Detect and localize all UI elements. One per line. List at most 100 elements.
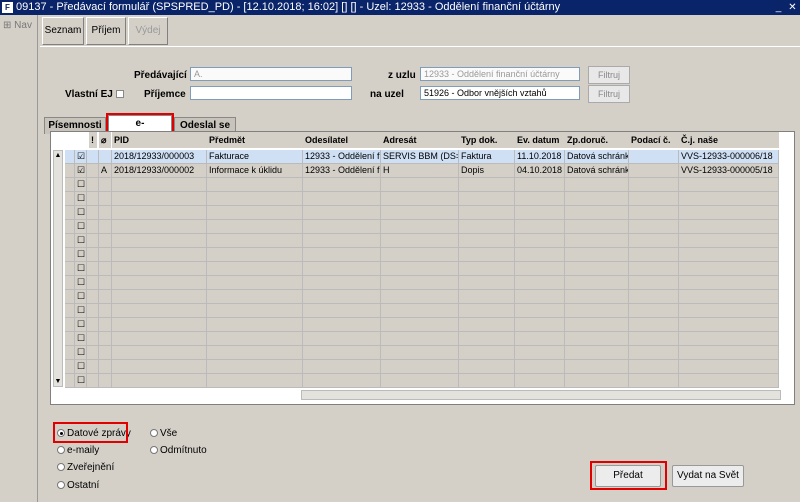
cell-empty[interactable] [65, 206, 75, 220]
row-checkbox[interactable]: ☐ [75, 304, 87, 318]
minimize-icon[interactable]: _ [772, 1, 785, 14]
cell-empty[interactable] [303, 332, 381, 346]
cell-empty[interactable] [381, 206, 459, 220]
cell-empty[interactable] [679, 220, 779, 234]
cell-empty[interactable] [207, 220, 303, 234]
cell-empty[interactable] [112, 234, 207, 248]
cell-empty[interactable] [207, 318, 303, 332]
cell-empty[interactable] [381, 276, 459, 290]
cell-empty[interactable] [679, 178, 779, 192]
cell-empty[interactable] [207, 192, 303, 206]
cell-empty[interactable] [565, 346, 629, 360]
cell-empty[interactable] [459, 206, 515, 220]
cell-empty[interactable] [381, 248, 459, 262]
cell-empty[interactable] [112, 178, 207, 192]
row-checkbox[interactable]: ☐ [75, 248, 87, 262]
cell-typ[interactable]: Dopis [459, 164, 515, 178]
cell-empty[interactable] [207, 178, 303, 192]
cell-empty[interactable] [99, 220, 112, 234]
cell-zp[interactable]: Datová schránka [565, 164, 629, 178]
cell-empty[interactable] [565, 360, 629, 374]
cell-empty[interactable] [679, 262, 779, 276]
cell-empty[interactable] [679, 374, 779, 388]
cell-empty[interactable] [629, 262, 679, 276]
predavajici-input[interactable]: A. [190, 67, 352, 81]
radio-emaily[interactable]: e-maily [57, 445, 99, 456]
scroll-up-icon[interactable]: ▲ [54, 151, 62, 160]
cell-empty[interactable] [303, 290, 381, 304]
cell-empty[interactable] [565, 304, 629, 318]
cell-empty[interactable] [99, 290, 112, 304]
cell-empty[interactable] [629, 346, 679, 360]
cell-empty[interactable] [565, 262, 629, 276]
cell-empty[interactable] [112, 360, 207, 374]
cell-empty[interactable] [381, 234, 459, 248]
cell-empty[interactable] [679, 192, 779, 206]
cell-empty[interactable] [515, 360, 565, 374]
radio-dot[interactable] [57, 463, 65, 471]
cell-empty[interactable] [65, 150, 75, 164]
cell-empty[interactable] [381, 346, 459, 360]
cell-empty[interactable] [459, 234, 515, 248]
cell-empty[interactable] [515, 332, 565, 346]
cell-cj[interactable]: VVS-12933-000005/18 [679, 164, 779, 178]
cell-podaci[interactable] [629, 164, 679, 178]
cell-empty[interactable] [65, 276, 75, 290]
cell-typ[interactable]: Faktura [459, 150, 515, 164]
cell-empty[interactable] [459, 360, 515, 374]
cell-empty[interactable] [112, 206, 207, 220]
cell-empty[interactable] [99, 206, 112, 220]
cell-empty[interactable] [565, 332, 629, 346]
cell-empty[interactable] [459, 248, 515, 262]
cell-empty[interactable] [112, 262, 207, 276]
cell-empty[interactable] [99, 374, 112, 388]
cell-empty[interactable] [99, 318, 112, 332]
cell-empty[interactable] [515, 346, 565, 360]
cell-empty[interactable] [87, 304, 99, 318]
cell-empty[interactable] [381, 374, 459, 388]
cell-empty[interactable] [565, 276, 629, 290]
cell-cj[interactable]: VVS-12933-000006/18 [679, 150, 779, 164]
cell-odesilatel[interactable]: 12933 - Oddělení fir [303, 164, 381, 178]
cell-empty[interactable] [99, 178, 112, 192]
radio-dot[interactable] [150, 446, 158, 454]
cell-empty[interactable] [207, 332, 303, 346]
cell-empty[interactable] [459, 304, 515, 318]
cell-empty[interactable] [65, 318, 75, 332]
cell-empty[interactable] [515, 248, 565, 262]
cell-empty[interactable] [565, 290, 629, 304]
cell-empty[interactable] [381, 290, 459, 304]
cell-empty[interactable] [303, 360, 381, 374]
cell-empty[interactable] [112, 304, 207, 318]
cell-empty[interactable] [515, 206, 565, 220]
cell-empty[interactable] [303, 374, 381, 388]
cell-empty[interactable] [459, 178, 515, 192]
cell-empty[interactable] [65, 178, 75, 192]
radio-ostatni[interactable]: Ostatní [57, 480, 99, 491]
nav-toggle[interactable]: ⊞ Nav [3, 20, 32, 31]
cell-empty[interactable] [303, 248, 381, 262]
cell-empty[interactable] [207, 206, 303, 220]
cell-predmet[interactable]: Informace k úklidu [207, 164, 303, 178]
cell-empty[interactable] [65, 332, 75, 346]
cell-empty[interactable] [679, 304, 779, 318]
cell-empty[interactable] [99, 192, 112, 206]
cell-flag[interactable] [99, 150, 112, 164]
header-zp[interactable]: Zp.doruč. [565, 132, 629, 148]
row-checkbox[interactable]: ☐ [75, 192, 87, 206]
cell-empty[interactable] [65, 192, 75, 206]
cell-empty[interactable] [629, 374, 679, 388]
cell-empty[interactable] [112, 192, 207, 206]
vertical-scrollbar[interactable]: ▲ ▼ [53, 150, 63, 387]
row-checkbox[interactable]: ☐ [75, 374, 87, 388]
header-pid[interactable]: PID [112, 132, 207, 148]
row-checkbox[interactable]: ☐ [75, 346, 87, 360]
cell-datum[interactable]: 11.10.2018 [515, 150, 565, 164]
prijem-button[interactable]: Příjem [86, 17, 126, 45]
cell-empty[interactable] [515, 234, 565, 248]
cell-empty[interactable] [207, 304, 303, 318]
cell-empty[interactable] [565, 220, 629, 234]
cell-empty[interactable] [515, 304, 565, 318]
cell-datum[interactable]: 04.10.2018 [515, 164, 565, 178]
cell-empty[interactable] [565, 234, 629, 248]
